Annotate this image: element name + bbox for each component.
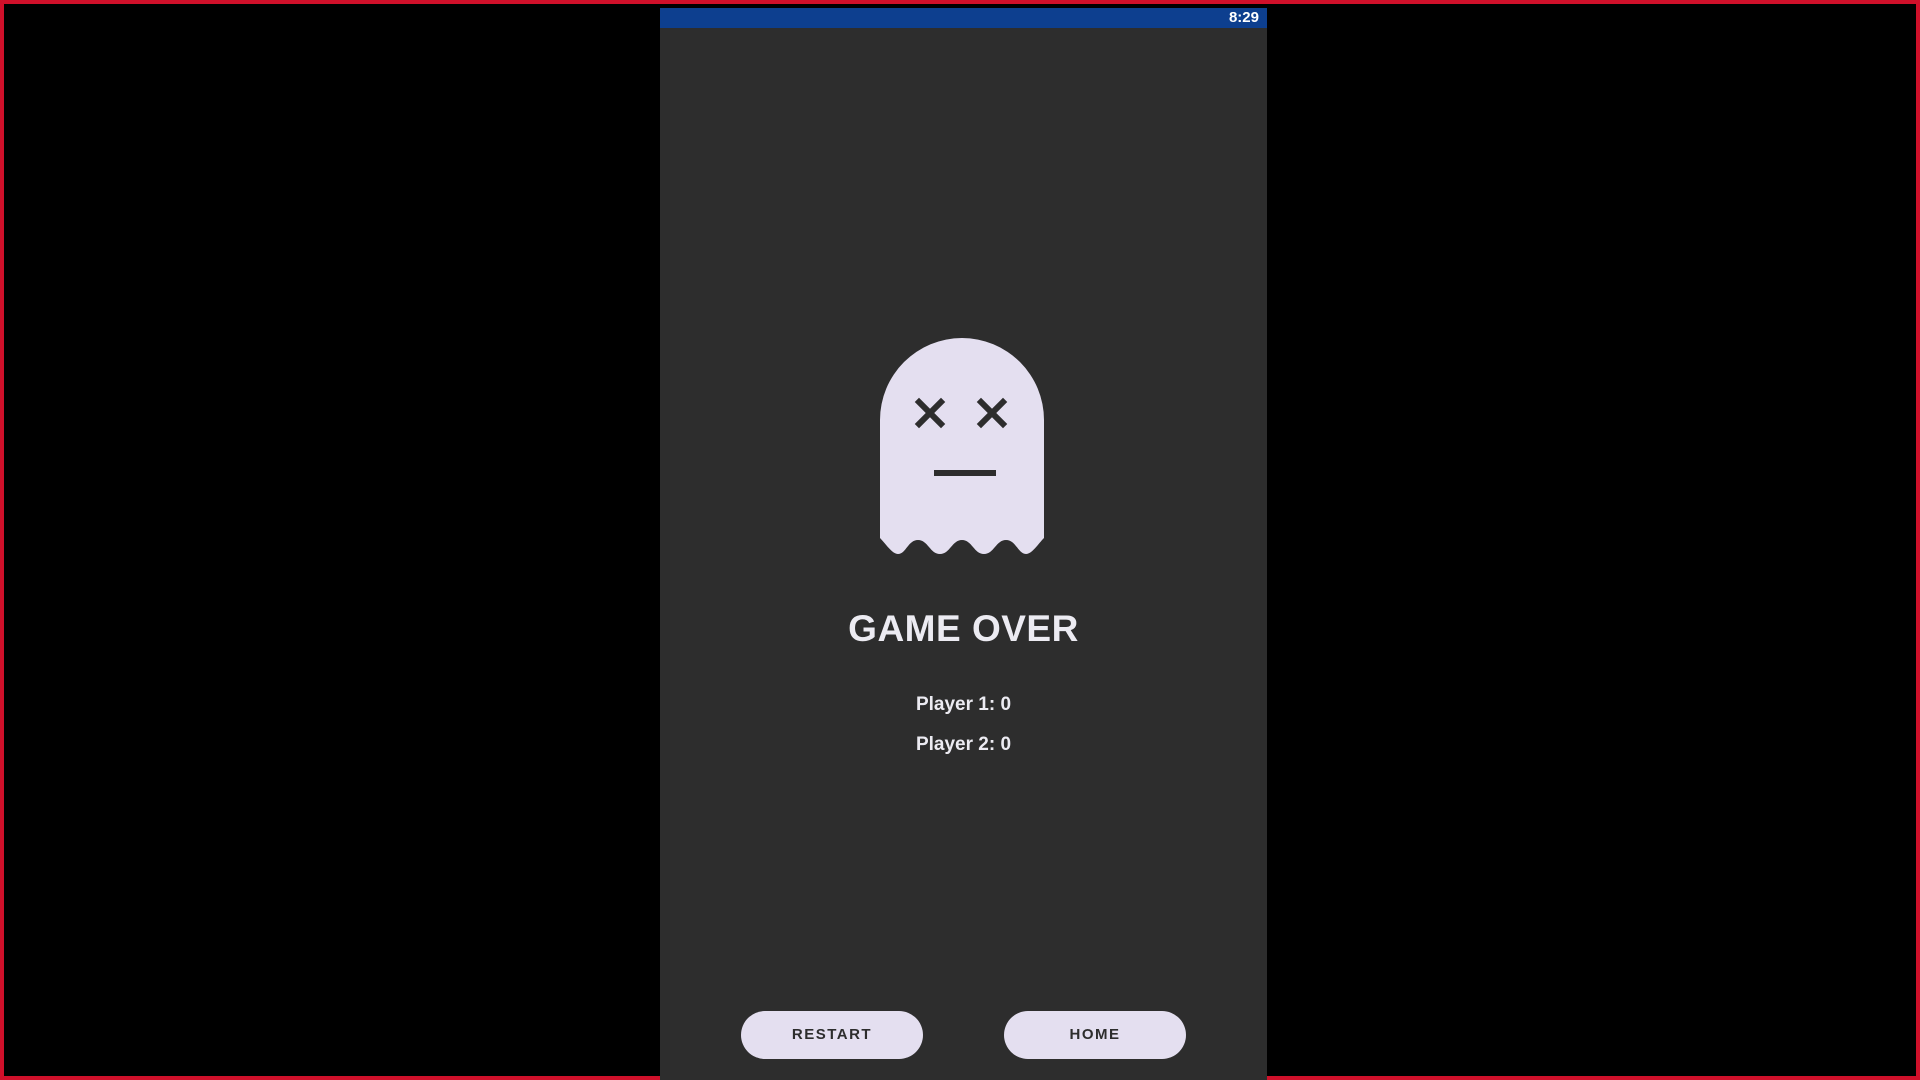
status-bar: 8:29 <box>660 8 1267 28</box>
status-time: 8:29 <box>1228 9 1259 26</box>
home-button[interactable]: HOME <box>1004 1011 1186 1059</box>
game-over-title: GAME OVER <box>848 608 1079 649</box>
phone-screen: 8:29 GAME OVER Player 1: 0 Player 2: 0 R… <box>660 8 1267 1080</box>
dead-ghost-icon <box>880 338 1044 560</box>
screen-frame: 8:29 GAME OVER Player 1: 0 Player 2: 0 R… <box>0 0 1920 1080</box>
restart-button[interactable]: RESTART <box>741 1011 923 1059</box>
player-2-score: Player 2: 0 <box>915 734 1012 755</box>
player-1-score: Player 1: 0 <box>915 694 1012 715</box>
